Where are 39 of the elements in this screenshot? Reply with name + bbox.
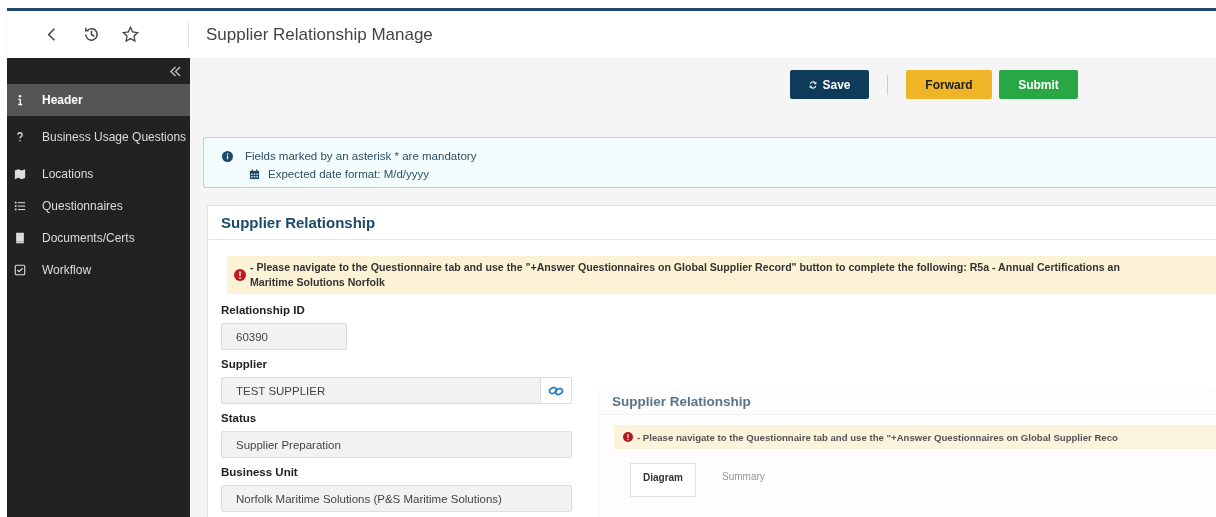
notice-text: Expected date format: M/d/yyyy: [268, 168, 430, 180]
book-icon: [14, 232, 26, 244]
question-icon: [14, 131, 26, 143]
sidebar-item[interactable]: Questionnaires: [7, 190, 190, 222]
collapse-icon[interactable]: [169, 65, 182, 77]
alert-icon: [623, 432, 633, 442]
field-label: Supplier: [221, 358, 267, 372]
alert-icon: [234, 269, 246, 281]
field-label: Business Unit: [221, 466, 298, 480]
refresh-icon: [808, 79, 819, 90]
field-label: Relationship ID: [221, 304, 305, 318]
sidebar-item[interactable]: Documents/Certs: [7, 222, 190, 254]
forward-button[interactable]: Forward: [906, 70, 992, 99]
warning-text: - Please navigate to the Questionnaire tab and use the "+Answer Questionnaires on Global Supplier Record" button to complete the following: R5a - Annual Certifications an Maritime Solutions Norfolk: [250, 260, 1120, 290]
input-field[interactable]: 60390: [221, 323, 347, 350]
tab[interactable]: Diagram: [630, 463, 696, 497]
checkbox-icon: [14, 264, 26, 276]
page-title: Supplier Relationship Manage: [206, 24, 433, 45]
info-icon: [222, 150, 233, 162]
warning-text: - Please navigate to the Questionnaire tab and use the "+Answer Questionnaires on Global Supplier Reco: [637, 431, 1118, 443]
notice-text: Fields marked by an asterisk * are mandatory: [245, 150, 477, 162]
input-field[interactable]: Supplier Preparation: [221, 431, 572, 458]
save-button[interactable]: Save: [790, 70, 869, 99]
sidebar-item[interactable]: Business Usage Questions: [7, 116, 190, 158]
card-title: Supplier Relationship: [221, 214, 376, 231]
sidebar-item[interactable]: Locations: [7, 158, 190, 190]
list-icon: [14, 200, 26, 212]
sidebar-item[interactable]: Header: [7, 84, 190, 116]
star-icon[interactable]: [121, 25, 140, 44]
screenshot-title: Supplier Relationship: [612, 394, 751, 409]
input-field[interactable]: Norfolk Maritime Solutions (P&S Maritime Solutions): [221, 485, 572, 512]
calendar-icon: [249, 168, 260, 180]
link-icon: [548, 384, 564, 397]
sidebar-item[interactable]: Workflow: [7, 254, 190, 286]
link-button[interactable]: [540, 378, 571, 403]
field-label: Status: [221, 412, 257, 426]
history-icon[interactable]: [82, 25, 101, 44]
input-field[interactable]: TEST SUPPLIER: [221, 377, 572, 404]
map-icon: [14, 168, 26, 180]
